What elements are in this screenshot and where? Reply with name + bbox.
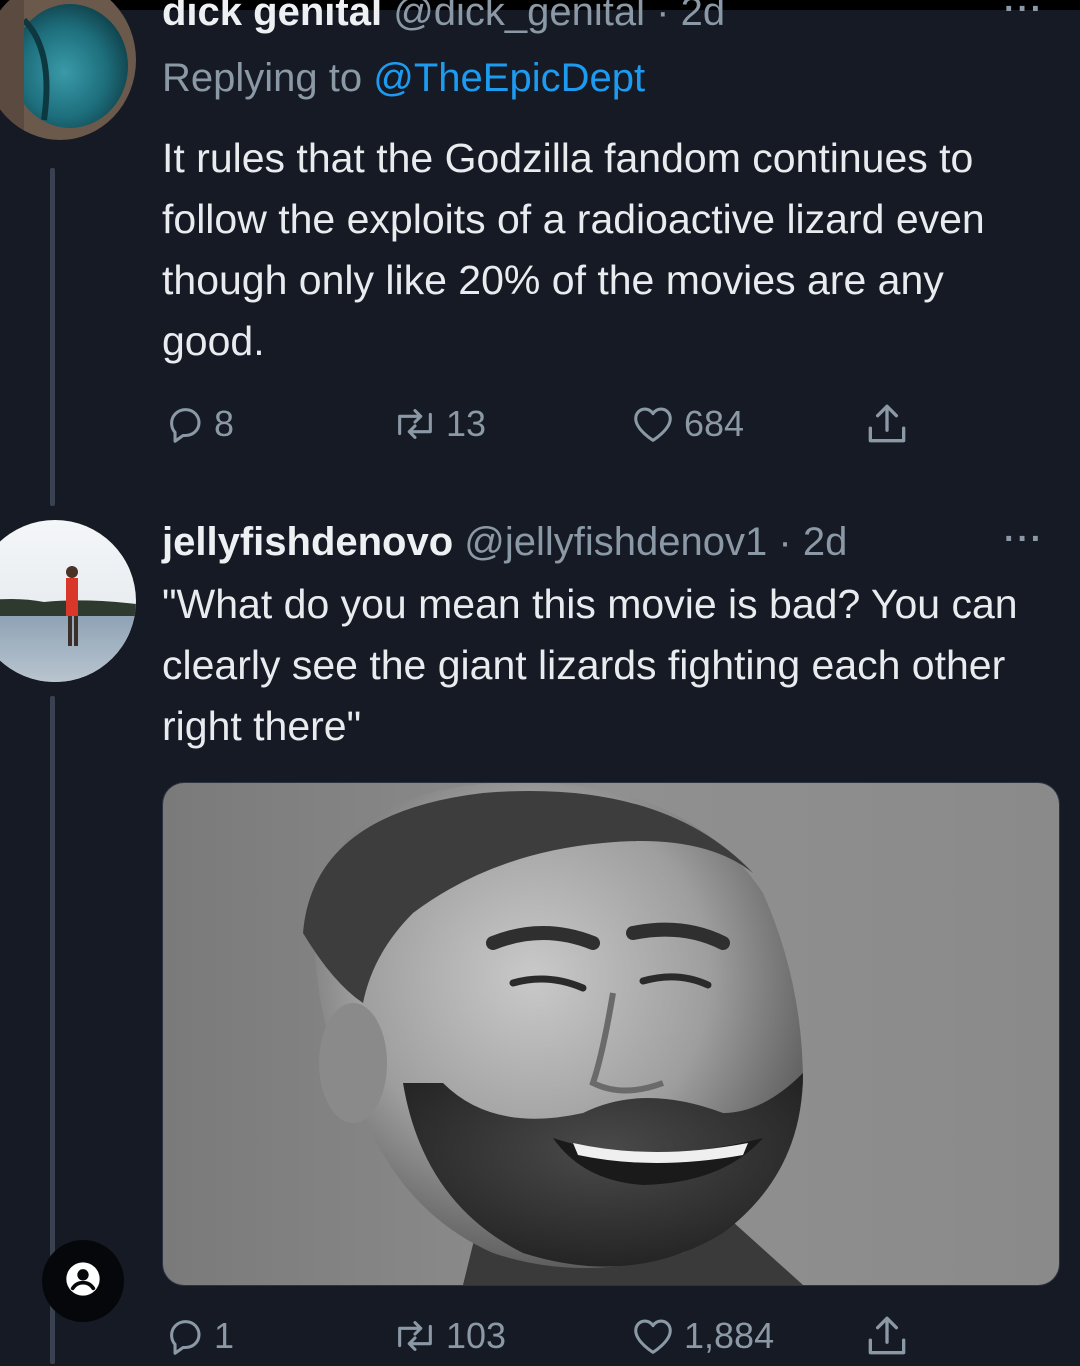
profile-button[interactable] [42, 1240, 124, 1322]
avatar[interactable] [0, 0, 136, 140]
replying-prefix: Replying to [162, 56, 363, 100]
tweet-actions: 8 13 684 [162, 394, 922, 454]
display-name[interactable]: jellyfishdenovo [162, 520, 453, 564]
avatar[interactable] [0, 520, 136, 682]
reply-count: 1 [214, 1315, 235, 1356]
handle[interactable]: @jellyfishdenov1 [464, 520, 767, 564]
retweet-icon [390, 401, 440, 447]
avatar-image [0, 0, 136, 140]
separator-dot: · [778, 520, 792, 564]
reply-icon [162, 401, 208, 447]
more-options-icon[interactable]: ··· [1004, 520, 1044, 559]
tweet-actions: 1 103 1,884 [162, 1306, 922, 1366]
handle[interactable]: @dick_genital [393, 0, 645, 34]
reply-button[interactable]: 8 [162, 394, 234, 454]
avatar-image [0, 520, 136, 682]
retweet-button[interactable]: 103 [390, 1306, 506, 1366]
thread-connector [50, 168, 55, 506]
like-count: 684 [684, 403, 745, 444]
like-count: 1,884 [684, 1315, 775, 1356]
timestamp[interactable]: 2d [681, 0, 726, 34]
like-button[interactable]: 1,884 [628, 1306, 774, 1366]
retweet-count: 103 [446, 1315, 507, 1356]
share-button[interactable] [862, 394, 912, 454]
share-icon [862, 1311, 912, 1361]
tweet-media-image[interactable] [162, 782, 1060, 1286]
heart-icon [628, 1313, 678, 1359]
retweet-icon [390, 1313, 440, 1359]
tweet-header: jellyfishdenovo @jellyfishdenov1 · 2d [162, 518, 847, 566]
share-icon [862, 399, 912, 449]
reply-button[interactable]: 1 [162, 1306, 234, 1366]
reply-icon [162, 1313, 208, 1359]
tweet-header: dick genital @dick_genital · 2d [162, 0, 725, 36]
mention-link[interactable]: @TheEpicDept [373, 56, 645, 100]
retweet-count: 13 [446, 403, 487, 444]
share-button[interactable] [862, 1306, 912, 1366]
user-icon [63, 1259, 103, 1304]
replying-to: Replying to @TheEpicDept [162, 52, 645, 104]
like-button[interactable]: 684 [628, 394, 744, 454]
heart-icon [628, 401, 678, 447]
tweet-text: It rules that the Godzilla fandom contin… [162, 135, 985, 364]
separator-dot: · [656, 0, 670, 34]
tweet-text: "What do you mean this movie is bad? You… [162, 581, 1018, 749]
reply-count: 8 [214, 403, 235, 444]
more-options-icon[interactable]: ··· [1004, 0, 1044, 29]
display-name[interactable]: dick genital [162, 0, 382, 34]
retweet-button[interactable]: 13 [390, 394, 486, 454]
timestamp[interactable]: 2d [803, 520, 848, 564]
media-photo [163, 783, 1059, 1285]
